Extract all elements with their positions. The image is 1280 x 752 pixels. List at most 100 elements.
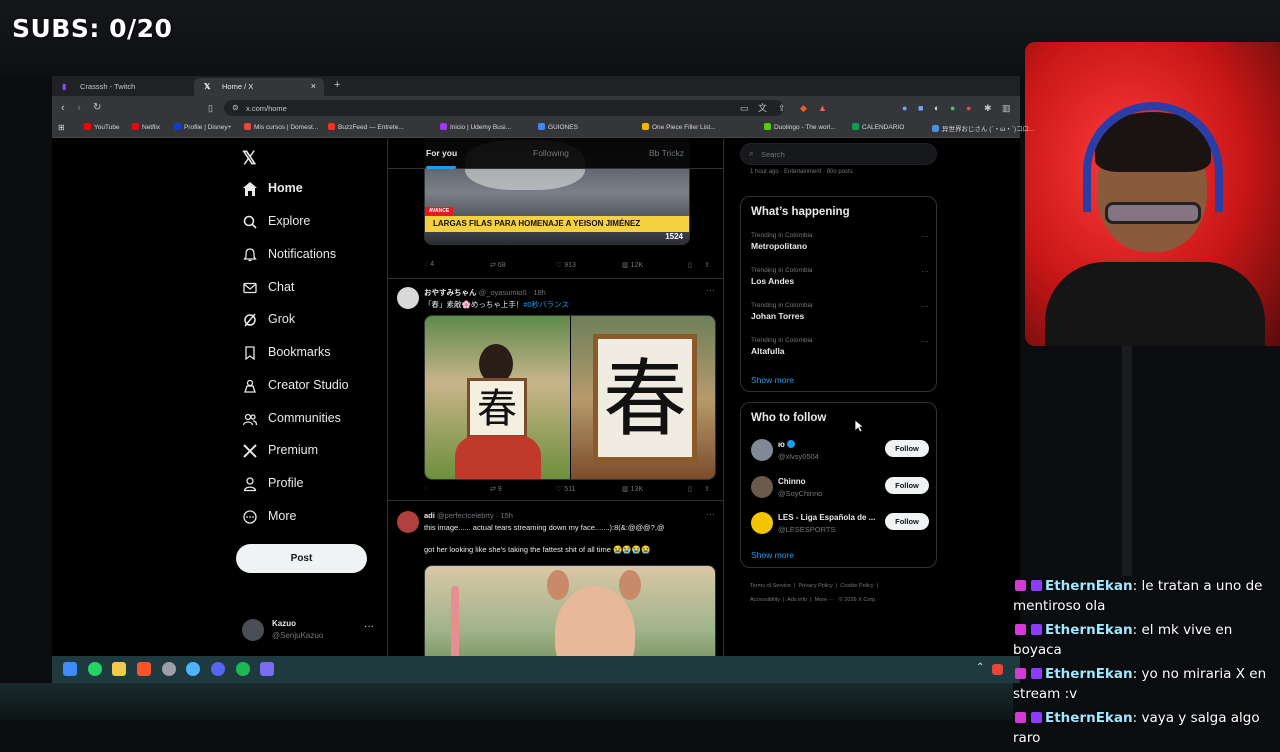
post-image[interactable]: 春 春 — [424, 315, 716, 480]
footer-link[interactable]: Cookie Policy — [840, 583, 873, 589]
back-icon[interactable]: ‹ — [61, 101, 65, 115]
tab-twitch[interactable]: ▮ Crasssh - Twitch — [52, 78, 192, 96]
show-more-link[interactable]: Show more — [751, 550, 794, 560]
avatar — [751, 476, 773, 498]
headset — [1083, 102, 1223, 212]
active-tab-indicator — [426, 166, 456, 169]
trend-item[interactable]: Trending in Colombia Altafulla ··· — [751, 337, 929, 367]
like-button[interactable]: ♡ 511 — [556, 485, 575, 493]
puzzle-extensions-icon[interactable]: ✱ — [984, 101, 992, 115]
footer-link[interactable]: Privacy Policy — [799, 583, 833, 589]
tray-icon[interactable] — [992, 664, 1003, 675]
follow-suggestion[interactable]: LES - Liga Española de ... @LESESPORTS F… — [751, 510, 929, 540]
obs-icon[interactable] — [162, 662, 176, 676]
bookmark-item[interactable]: 异世界おじさん (´・ω・`)コロ... — [932, 123, 1034, 133]
bookmark-page-icon[interactable]: ▯ — [208, 101, 213, 115]
extension-icon[interactable]: ◐ — [934, 101, 939, 115]
bookmark-item[interactable]: GUIONES — [538, 123, 578, 131]
tab-bb-trickz[interactable]: Bb Trickz — [649, 148, 684, 158]
follow-button[interactable]: Follow — [885, 477, 929, 494]
bookmark-button[interactable]: ▯ — [688, 485, 692, 493]
more-icon[interactable]: ··· — [706, 285, 715, 295]
repost-button[interactable]: ⇄ 9 — [490, 485, 502, 493]
tab-bar: ▮ Crasssh - Twitch 𝕏 Home / X × + — [52, 76, 1020, 96]
footer-link[interactable]: Terms of Service — [750, 583, 791, 589]
translate-icon[interactable]: 文 — [758, 101, 767, 115]
share-icon[interactable]: ⇪ — [778, 101, 786, 115]
app-icon[interactable] — [260, 662, 274, 676]
bookmark-item[interactable]: YouTube — [84, 123, 120, 131]
discord-icon[interactable] — [211, 662, 225, 676]
post[interactable]: おやすみちゃん @_oyasumio0 · 18h ··· 「春」素敵🌸めっちゃ… — [388, 279, 723, 501]
bookmark-item[interactable]: Inicio | Udemy Busi... — [440, 123, 511, 131]
search-placeholder: Search — [761, 150, 785, 159]
bookmark-item[interactable]: Profile | Disney+ — [174, 123, 231, 131]
footer-link[interactable]: More ··· — [815, 597, 835, 603]
x-logo-icon[interactable]: 𝕏 — [242, 148, 257, 169]
brave-rewards-icon[interactable]: ▲ — [818, 101, 827, 115]
forward-icon[interactable]: › — [77, 101, 81, 115]
follow-button[interactable]: Follow — [885, 513, 929, 530]
panel-title: Who to follow — [751, 412, 827, 424]
bookmark-item[interactable]: One Piece Filler List... — [642, 123, 716, 131]
views-button[interactable]: ▥ 13K — [622, 485, 643, 493]
url-bar[interactable]: ⊜ x.com/home — [224, 100, 784, 116]
trend-context: Trending in Colombia — [751, 302, 813, 309]
start-icon[interactable] — [63, 662, 77, 676]
reply-button[interactable]: ◌ — [424, 485, 428, 492]
more-icon[interactable]: ··· — [921, 267, 929, 276]
post-button[interactable]: Post — [236, 544, 367, 573]
footer-link[interactable]: Ads info — [787, 597, 807, 603]
bookmark-item[interactable]: Netflix — [132, 123, 160, 131]
site-info-icon[interactable]: ⊜ — [232, 103, 239, 112]
search-input[interactable]: ⌕ Search — [740, 143, 937, 165]
follow-suggestion[interactable]: Chinno @SoyChinno Follow — [751, 474, 929, 504]
extension-icon[interactable]: ● — [966, 101, 971, 115]
apps-grid-icon[interactable]: ⊞ — [58, 123, 65, 132]
follow-suggestion[interactable]: ю @xlvsy0504 Follow — [751, 437, 929, 467]
whatsapp-icon[interactable] — [88, 662, 102, 676]
more-icon[interactable]: ··· — [706, 509, 715, 519]
extension-icon[interactable]: ● — [902, 101, 907, 115]
show-more-link[interactable]: Show more — [751, 375, 794, 385]
bookmark-item[interactable]: Mis cursos | Domest... — [244, 123, 318, 131]
bookmark-item[interactable]: BuzzFeed — Entrete... — [328, 123, 404, 131]
post[interactable]: adi @perfectcelebrty · 15h ··· this imag… — [388, 501, 723, 656]
bookmark-item[interactable]: Duolingo - The worl... — [764, 123, 836, 131]
image-clothes — [455, 436, 541, 479]
extension-icon[interactable]: ■ — [918, 101, 923, 115]
reload-icon[interactable]: ↻ — [93, 101, 101, 115]
new-tab-button[interactable]: + — [334, 79, 340, 91]
more-icon: ··· — [364, 621, 374, 632]
hashtag-link[interactable]: #0秒バランス — [523, 300, 569, 309]
tab-following[interactable]: Following — [533, 148, 569, 158]
brave-browser-icon[interactable] — [137, 662, 151, 676]
footer-link[interactable]: Accessibility — [750, 597, 780, 603]
heart-badge-icon — [1015, 580, 1026, 591]
bookmark-item[interactable]: CALENDARIO — [852, 123, 904, 131]
spotify-icon[interactable] — [236, 662, 250, 676]
follow-button[interactable]: Follow — [885, 440, 929, 457]
more-icon[interactable]: ··· — [921, 337, 929, 346]
extension-icon[interactable]: ● — [950, 101, 955, 115]
trend-item[interactable]: Trending in Colombia Los Andes ··· — [751, 267, 929, 297]
share-button[interactable]: ⇪ — [704, 485, 710, 493]
file-explorer-icon[interactable] — [112, 662, 126, 676]
close-tab-icon[interactable]: × — [311, 81, 316, 91]
more-icon[interactable]: ··· — [921, 302, 929, 311]
tab-for-you[interactable]: For you — [426, 148, 457, 158]
account-switcher[interactable]: Kazuo @SenjuKazuo ··· — [242, 617, 384, 645]
post-image[interactable] — [424, 565, 716, 656]
trend-item[interactable]: Trending in Colombia Metropolitano ··· — [751, 232, 929, 262]
sidebar-icon[interactable]: ▥ — [1002, 101, 1011, 115]
cast-icon[interactable]: ▭ — [740, 101, 749, 115]
more-icon[interactable]: ··· — [921, 232, 929, 241]
trend-item[interactable]: Trending in Colombia Johan Torres ··· — [751, 302, 929, 332]
brave-shield-icon[interactable]: ◆ — [800, 101, 807, 115]
url-text: x.com/home — [246, 104, 287, 113]
app-icon[interactable] — [186, 662, 200, 676]
post-text: 「春」素敵🌸めっちゃ上手！#0秒バランス — [424, 300, 570, 309]
post-actions: ◌ ⇄ 9 ♡ 511 ▥ 13K ▯ ⇪ — [424, 485, 716, 497]
tab-x-home[interactable]: 𝕏 Home / X × — [194, 78, 324, 96]
chevron-up-icon[interactable]: ⌃ — [976, 662, 984, 673]
